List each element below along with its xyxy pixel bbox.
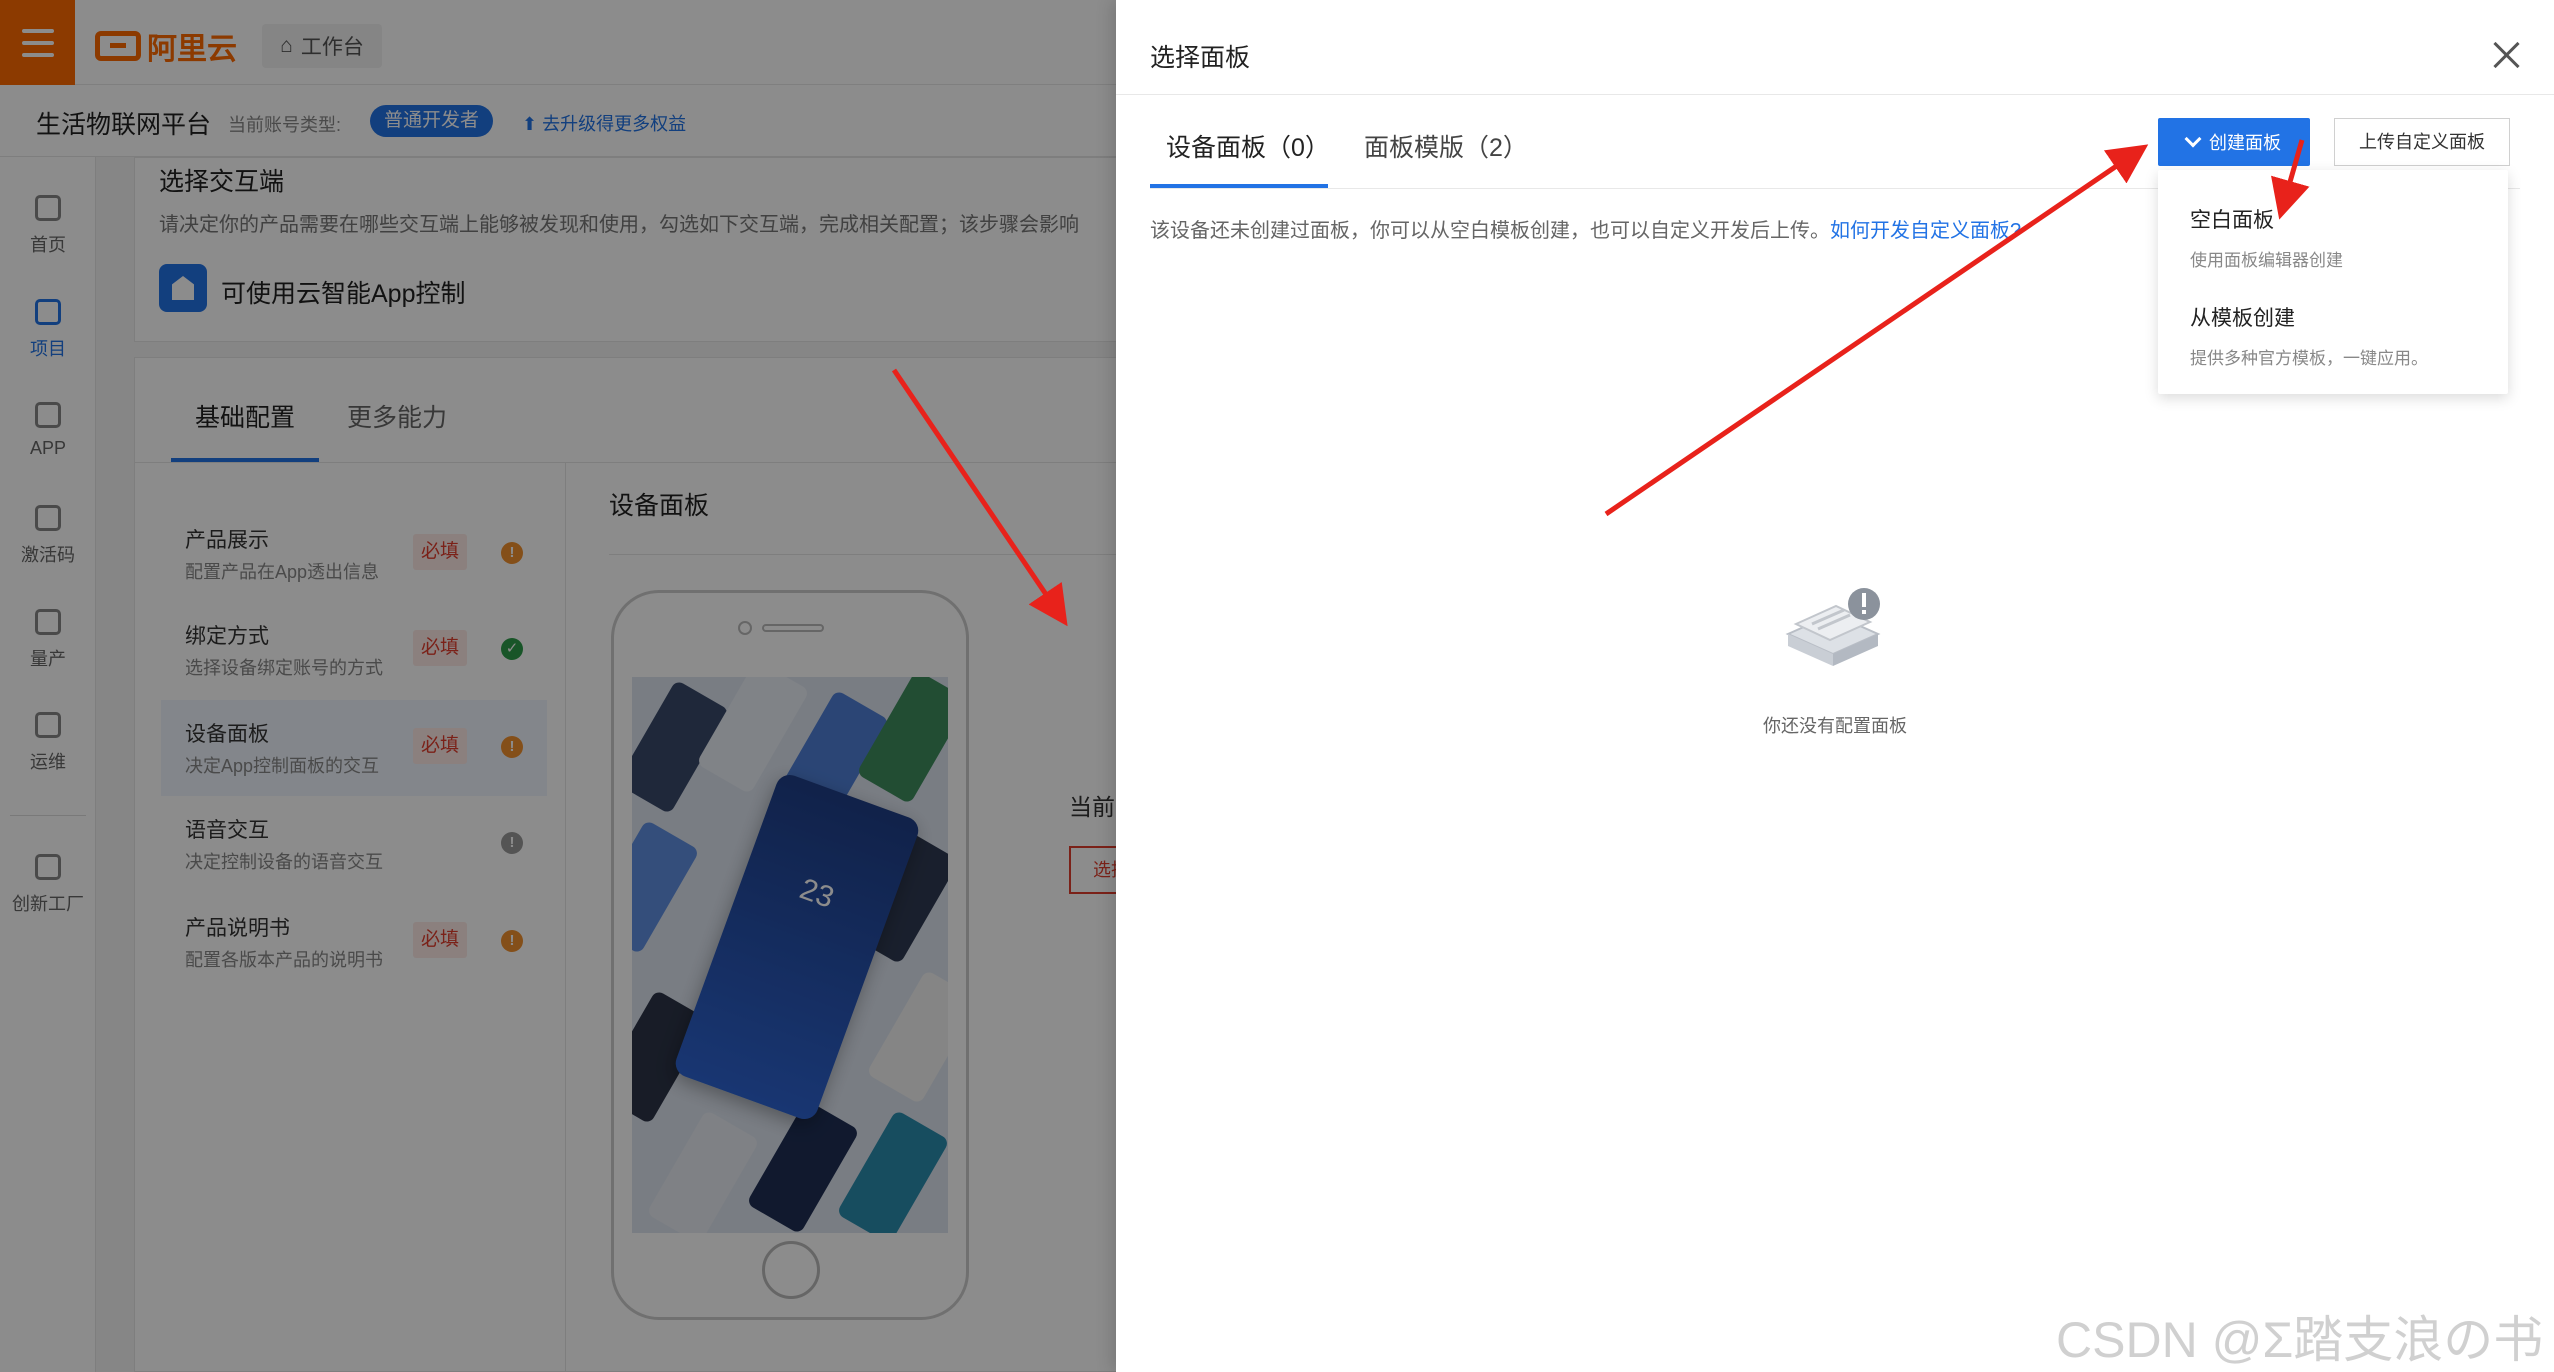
hint-text: 该设备还未创建过面板，你可以从空白模板创建，也可以自定义开发后上传。如何开发自定… (1150, 214, 2021, 243)
empty-state-icon (1785, 588, 1881, 666)
tab-panel-templates[interactable]: 面板模版（2） (1364, 128, 1528, 164)
dropdown-item-title: 从模板创建 (2190, 307, 2295, 330)
hint-message: 该设备还未创建过面板，你可以从空白模板创建，也可以自定义开发后上传。 (1150, 220, 1830, 242)
modal-backdrop[interactable] (0, 0, 1116, 1372)
drawer-title: 选择面板 (1150, 44, 1251, 72)
dropdown-item-blank-panel[interactable]: 空白面板 使用面板编辑器创建 (2190, 204, 2343, 271)
empty-state-text: 你还没有配置面板 (1763, 716, 1907, 736)
drawer-header-divider (1116, 94, 2554, 95)
dropdown-item-title: 空白面板 (2190, 209, 2274, 232)
chevron-down-icon (2184, 130, 2202, 148)
create-panel-dropdown: 空白面板 使用面板编辑器创建 从模板创建 提供多种官方模板，一键应用。 (2158, 170, 2508, 394)
select-panel-drawer: 选择面板 设备面板（0） 面板模版（2） 创建面板 上传自定义面板 该设备还未创… (1116, 0, 2554, 1372)
dropdown-item-desc: 提供多种官方模板，一键应用。 (2190, 349, 2428, 368)
watermark: CSDN @Σ踏支浪の书 (2056, 1312, 2544, 1368)
create-panel-button[interactable]: 创建面板 (2158, 118, 2310, 166)
upload-custom-panel-button[interactable]: 上传自定义面板 (2334, 118, 2510, 166)
close-icon[interactable] (2492, 40, 2522, 70)
dropdown-item-desc: 使用面板编辑器创建 (2190, 251, 2343, 270)
tab-device-panels[interactable]: 设备面板（0） (1166, 128, 1330, 164)
dropdown-item-from-template[interactable]: 从模板创建 提供多种官方模板，一键应用。 (2190, 302, 2428, 369)
custom-panel-help-link[interactable]: 如何开发自定义面板? (1830, 220, 2021, 242)
create-panel-label: 创建面板 (2209, 133, 2281, 153)
